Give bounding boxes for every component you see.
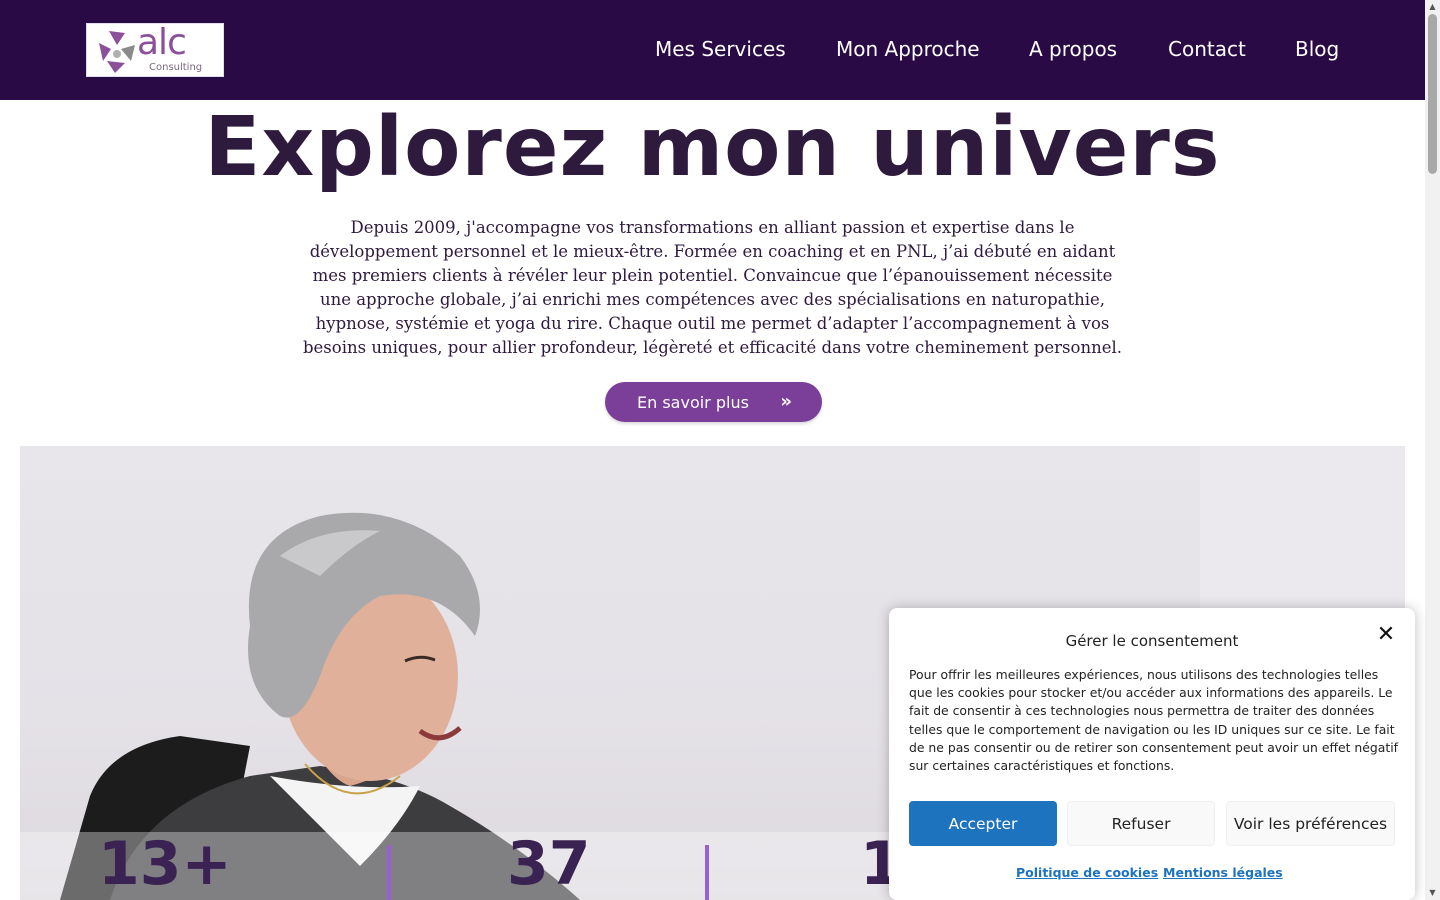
stat-divider — [387, 845, 391, 900]
cookie-policy-link[interactable]: Politique de cookies — [1016, 865, 1158, 880]
site-logo[interactable]: alc Consulting — [86, 23, 224, 77]
nav-a-propos[interactable]: A propos — [1029, 37, 1117, 61]
scroll-thumb[interactable] — [1428, 14, 1437, 174]
hero-title: Explorez mon univers — [204, 100, 1221, 195]
scroll-up-arrow-icon[interactable]: ▲ — [1425, 0, 1440, 14]
refuse-button[interactable]: Refuser — [1067, 801, 1215, 846]
cta-label: En savoir plus — [637, 392, 749, 412]
double-chevron-right-icon: » — [780, 391, 792, 412]
cookie-consent-dialog: Gérer le consentement ✕ Pour offrir les … — [889, 608, 1415, 900]
en-savoir-plus-button[interactable]: En savoir plus » — [605, 382, 822, 422]
close-icon[interactable]: ✕ — [1376, 624, 1396, 646]
legal-notice-link[interactable]: Mentions légales — [1163, 865, 1283, 880]
logo-mark-icon — [99, 31, 135, 73]
consent-title: Gérer le consentement — [1065, 632, 1239, 650]
logo-subtitle: Consulting — [149, 62, 203, 73]
hero-description: Depuis 2009, j'accompagne vos transforma… — [302, 218, 1122, 357]
logo-wordmark: alc — [137, 23, 187, 63]
stat-divider — [705, 845, 709, 900]
stat-count: 37 — [507, 829, 591, 899]
site-header: alc Consulting Mes Services Mon Approche… — [0, 0, 1425, 100]
nav-mon-approche[interactable]: Mon Approche — [836, 37, 980, 61]
preferences-button[interactable]: Voir les préférences — [1226, 801, 1395, 846]
nav-mes-services[interactable]: Mes Services — [655, 37, 786, 61]
stat-years: 13+ — [98, 829, 232, 899]
consent-description: Pour offrir les meilleures expériences, … — [909, 667, 1398, 774]
nav-contact[interactable]: Contact — [1168, 37, 1246, 61]
page-scrollbar[interactable]: ▲ ▼ — [1425, 0, 1440, 900]
accept-button[interactable]: Accepter — [909, 801, 1057, 846]
nav-blog[interactable]: Blog — [1295, 37, 1339, 61]
scroll-down-arrow-icon[interactable]: ▼ — [1425, 886, 1440, 900]
